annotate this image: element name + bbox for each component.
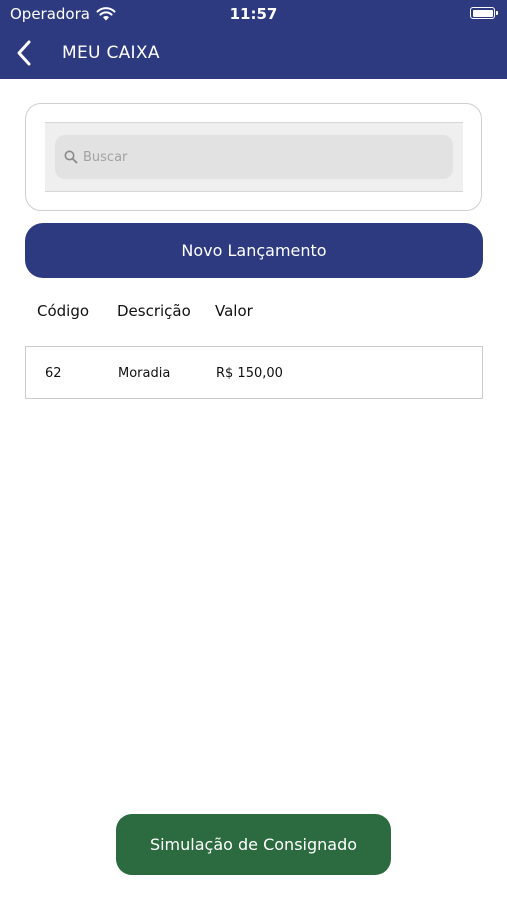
search-bar	[45, 122, 463, 192]
page-title: MEU CAIXA	[62, 43, 160, 63]
back-icon[interactable]	[14, 39, 34, 67]
new-entry-button[interactable]: Novo Lançamento	[25, 223, 483, 278]
row-code: 62	[45, 366, 62, 381]
nav-bar: MEU CAIXA	[0, 28, 507, 79]
table-row[interactable]: 62 Moradia R$ 150,00	[25, 346, 483, 399]
search-card	[25, 103, 482, 211]
row-value: R$ 150,00	[216, 366, 283, 381]
battery-icon	[470, 7, 498, 19]
search-field[interactable]	[55, 135, 453, 179]
table-header: Código Descrição Valor	[0, 302, 507, 324]
search-input[interactable]	[83, 149, 453, 165]
search-icon	[64, 150, 78, 164]
column-header-value: Valor	[215, 302, 253, 320]
status-bar: Operadora 11:57	[0, 0, 507, 28]
row-description: Moradia	[118, 366, 171, 381]
app-header: Operadora 11:57 MEU CAIXA	[0, 0, 507, 79]
loan-simulation-button[interactable]: Simulação de Consignado	[116, 814, 391, 875]
status-time: 11:57	[229, 5, 278, 23]
column-header-code: Código	[37, 302, 90, 320]
column-header-description: Descrição	[117, 302, 191, 320]
